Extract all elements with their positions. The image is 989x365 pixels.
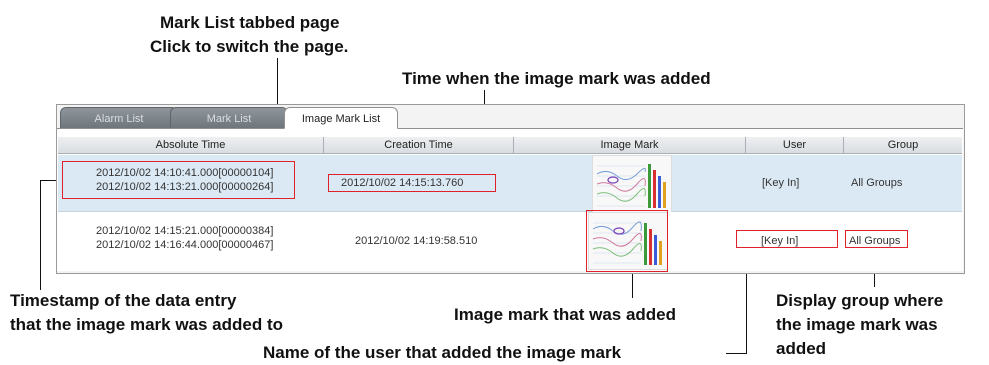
callout-image-mark: Image mark that was added	[454, 305, 677, 324]
user-name: [Key In]	[762, 177, 800, 189]
display-group: All Groups	[851, 177, 903, 189]
callout-tab-title: Mark List tabbed page	[160, 13, 340, 32]
callout-user: Name of the user that added the image ma…	[263, 343, 622, 362]
tab-alarm-list[interactable]: Alarm List	[60, 107, 178, 129]
absolute-time-end: 2012/10/02 14:16:44.000[00000467]	[96, 239, 274, 251]
callout-timestamp-1: Timestamp of the data entry	[10, 291, 237, 310]
header-absolute-time[interactable]: Absolute Time	[58, 137, 324, 154]
tab-mark-list[interactable]: Mark List	[170, 107, 288, 129]
header-group[interactable]: Group	[844, 137, 962, 154]
header-creation-time[interactable]: Creation Time	[324, 137, 514, 154]
highlight-creation-time	[328, 174, 496, 192]
header-user[interactable]: User	[746, 137, 844, 154]
highlight-group	[845, 230, 908, 248]
highlight-image-mark	[586, 210, 668, 272]
callout-creation-time: Time when the image mark was added	[402, 69, 711, 88]
leader-line-image	[632, 272, 633, 298]
leader-line-user-h	[726, 353, 747, 354]
absolute-time-start: 2012/10/02 14:15:21.000[00000384]	[96, 225, 274, 237]
callout-group-2: the image mark was	[776, 315, 938, 334]
callout-group-1: Display group where	[776, 291, 944, 310]
callout-group-3: added	[776, 339, 827, 358]
highlight-user	[736, 230, 838, 248]
image-mark-thumbnail[interactable]	[592, 155, 672, 213]
highlight-absolute-time	[62, 161, 295, 199]
callout-timestamp-2: that the image mark was added to	[10, 315, 284, 334]
creation-time: 2012/10/02 14:19:58.510	[355, 235, 478, 247]
header-image-mark[interactable]: Image Mark	[514, 137, 746, 154]
leader-line-tab	[277, 58, 278, 110]
tab-image-mark-list[interactable]: Image Mark List	[284, 107, 398, 129]
callout-tab-sub: Click to switch the page.	[150, 37, 349, 56]
leader-line-timestamp-v	[40, 180, 41, 290]
